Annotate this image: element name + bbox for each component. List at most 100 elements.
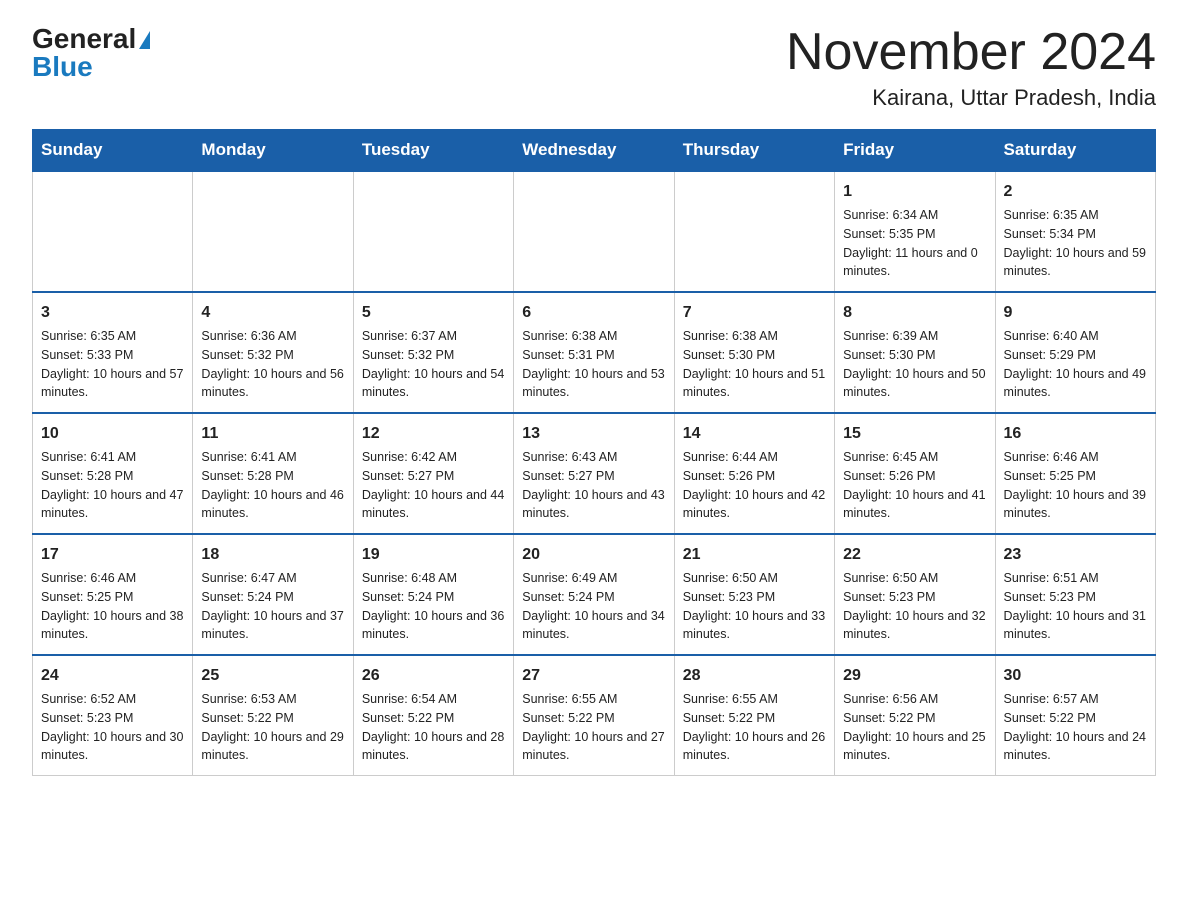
day-number: 13 <box>522 422 665 446</box>
col-thursday: Thursday <box>674 130 834 172</box>
day-number: 2 <box>1004 180 1147 204</box>
day-number: 16 <box>1004 422 1147 446</box>
calendar-cell: 14Sunrise: 6:44 AMSunset: 5:26 PMDayligh… <box>674 413 834 534</box>
calendar-cell: 21Sunrise: 6:50 AMSunset: 5:23 PMDayligh… <box>674 534 834 655</box>
week-row-4: 17Sunrise: 6:46 AMSunset: 5:25 PMDayligh… <box>33 534 1156 655</box>
calendar-cell <box>674 171 834 292</box>
day-number: 10 <box>41 422 184 446</box>
day-info: Sunrise: 6:43 AMSunset: 5:27 PMDaylight:… <box>522 448 665 523</box>
calendar-cell: 8Sunrise: 6:39 AMSunset: 5:30 PMDaylight… <box>835 292 995 413</box>
col-sunday: Sunday <box>33 130 193 172</box>
calendar-cell: 10Sunrise: 6:41 AMSunset: 5:28 PMDayligh… <box>33 413 193 534</box>
day-info: Sunrise: 6:47 AMSunset: 5:24 PMDaylight:… <box>201 569 344 644</box>
day-number: 7 <box>683 301 826 325</box>
header-row: Sunday Monday Tuesday Wednesday Thursday… <box>33 130 1156 172</box>
calendar-cell: 9Sunrise: 6:40 AMSunset: 5:29 PMDaylight… <box>995 292 1155 413</box>
calendar-cell: 7Sunrise: 6:38 AMSunset: 5:30 PMDaylight… <box>674 292 834 413</box>
calendar-cell: 22Sunrise: 6:50 AMSunset: 5:23 PMDayligh… <box>835 534 995 655</box>
calendar-cell: 28Sunrise: 6:55 AMSunset: 5:22 PMDayligh… <box>674 655 834 776</box>
day-number: 14 <box>683 422 826 446</box>
day-info: Sunrise: 6:37 AMSunset: 5:32 PMDaylight:… <box>362 327 505 402</box>
day-info: Sunrise: 6:55 AMSunset: 5:22 PMDaylight:… <box>683 690 826 765</box>
calendar-cell: 12Sunrise: 6:42 AMSunset: 5:27 PMDayligh… <box>353 413 513 534</box>
day-number: 28 <box>683 664 826 688</box>
day-number: 24 <box>41 664 184 688</box>
calendar-cell: 3Sunrise: 6:35 AMSunset: 5:33 PMDaylight… <box>33 292 193 413</box>
day-info: Sunrise: 6:36 AMSunset: 5:32 PMDaylight:… <box>201 327 344 402</box>
day-info: Sunrise: 6:50 AMSunset: 5:23 PMDaylight:… <box>843 569 986 644</box>
calendar-cell: 11Sunrise: 6:41 AMSunset: 5:28 PMDayligh… <box>193 413 353 534</box>
calendar-cell: 13Sunrise: 6:43 AMSunset: 5:27 PMDayligh… <box>514 413 674 534</box>
day-number: 19 <box>362 543 505 567</box>
day-number: 4 <box>201 301 344 325</box>
day-info: Sunrise: 6:42 AMSunset: 5:27 PMDaylight:… <box>362 448 505 523</box>
day-info: Sunrise: 6:41 AMSunset: 5:28 PMDaylight:… <box>201 448 344 523</box>
location-title: Kairana, Uttar Pradesh, India <box>786 85 1156 111</box>
week-row-3: 10Sunrise: 6:41 AMSunset: 5:28 PMDayligh… <box>33 413 1156 534</box>
calendar-cell <box>514 171 674 292</box>
calendar-cell: 6Sunrise: 6:38 AMSunset: 5:31 PMDaylight… <box>514 292 674 413</box>
week-row-1: 1Sunrise: 6:34 AMSunset: 5:35 PMDaylight… <box>33 171 1156 292</box>
day-info: Sunrise: 6:55 AMSunset: 5:22 PMDaylight:… <box>522 690 665 765</box>
day-number: 29 <box>843 664 986 688</box>
calendar-cell: 23Sunrise: 6:51 AMSunset: 5:23 PMDayligh… <box>995 534 1155 655</box>
calendar-cell: 19Sunrise: 6:48 AMSunset: 5:24 PMDayligh… <box>353 534 513 655</box>
day-number: 21 <box>683 543 826 567</box>
day-number: 17 <box>41 543 184 567</box>
day-info: Sunrise: 6:50 AMSunset: 5:23 PMDaylight:… <box>683 569 826 644</box>
month-title: November 2024 <box>786 24 1156 81</box>
calendar-cell: 20Sunrise: 6:49 AMSunset: 5:24 PMDayligh… <box>514 534 674 655</box>
day-number: 23 <box>1004 543 1147 567</box>
day-info: Sunrise: 6:34 AMSunset: 5:35 PMDaylight:… <box>843 206 986 281</box>
day-number: 20 <box>522 543 665 567</box>
calendar-cell: 30Sunrise: 6:57 AMSunset: 5:22 PMDayligh… <box>995 655 1155 776</box>
day-number: 1 <box>843 180 986 204</box>
col-monday: Monday <box>193 130 353 172</box>
calendar-cell <box>33 171 193 292</box>
calendar-cell: 27Sunrise: 6:55 AMSunset: 5:22 PMDayligh… <box>514 655 674 776</box>
day-number: 3 <box>41 301 184 325</box>
day-number: 22 <box>843 543 986 567</box>
calendar-cell: 2Sunrise: 6:35 AMSunset: 5:34 PMDaylight… <box>995 171 1155 292</box>
day-info: Sunrise: 6:54 AMSunset: 5:22 PMDaylight:… <box>362 690 505 765</box>
day-info: Sunrise: 6:38 AMSunset: 5:30 PMDaylight:… <box>683 327 826 402</box>
day-number: 27 <box>522 664 665 688</box>
day-info: Sunrise: 6:39 AMSunset: 5:30 PMDaylight:… <box>843 327 986 402</box>
calendar-table: Sunday Monday Tuesday Wednesday Thursday… <box>32 129 1156 776</box>
calendar-cell: 17Sunrise: 6:46 AMSunset: 5:25 PMDayligh… <box>33 534 193 655</box>
day-number: 11 <box>201 422 344 446</box>
day-number: 5 <box>362 301 505 325</box>
calendar-cell: 4Sunrise: 6:36 AMSunset: 5:32 PMDaylight… <box>193 292 353 413</box>
calendar-cell: 15Sunrise: 6:45 AMSunset: 5:26 PMDayligh… <box>835 413 995 534</box>
calendar-cell <box>353 171 513 292</box>
col-saturday: Saturday <box>995 130 1155 172</box>
logo: General Blue <box>32 24 150 83</box>
day-info: Sunrise: 6:35 AMSunset: 5:33 PMDaylight:… <box>41 327 184 402</box>
day-info: Sunrise: 6:56 AMSunset: 5:22 PMDaylight:… <box>843 690 986 765</box>
day-info: Sunrise: 6:35 AMSunset: 5:34 PMDaylight:… <box>1004 206 1147 281</box>
day-info: Sunrise: 6:44 AMSunset: 5:26 PMDaylight:… <box>683 448 826 523</box>
day-info: Sunrise: 6:53 AMSunset: 5:22 PMDaylight:… <box>201 690 344 765</box>
day-info: Sunrise: 6:38 AMSunset: 5:31 PMDaylight:… <box>522 327 665 402</box>
calendar-cell: 5Sunrise: 6:37 AMSunset: 5:32 PMDaylight… <box>353 292 513 413</box>
day-number: 15 <box>843 422 986 446</box>
calendar-cell: 24Sunrise: 6:52 AMSunset: 5:23 PMDayligh… <box>33 655 193 776</box>
day-info: Sunrise: 6:57 AMSunset: 5:22 PMDaylight:… <box>1004 690 1147 765</box>
day-number: 9 <box>1004 301 1147 325</box>
logo-blue: Blue <box>32 51 93 83</box>
calendar-cell: 29Sunrise: 6:56 AMSunset: 5:22 PMDayligh… <box>835 655 995 776</box>
page-header: General Blue November 2024 Kairana, Utta… <box>32 24 1156 111</box>
calendar-cell: 1Sunrise: 6:34 AMSunset: 5:35 PMDaylight… <box>835 171 995 292</box>
day-info: Sunrise: 6:51 AMSunset: 5:23 PMDaylight:… <box>1004 569 1147 644</box>
calendar-cell <box>193 171 353 292</box>
day-number: 25 <box>201 664 344 688</box>
calendar-cell: 16Sunrise: 6:46 AMSunset: 5:25 PMDayligh… <box>995 413 1155 534</box>
day-number: 8 <box>843 301 986 325</box>
calendar-cell: 26Sunrise: 6:54 AMSunset: 5:22 PMDayligh… <box>353 655 513 776</box>
calendar-cell: 18Sunrise: 6:47 AMSunset: 5:24 PMDayligh… <box>193 534 353 655</box>
day-number: 30 <box>1004 664 1147 688</box>
week-row-2: 3Sunrise: 6:35 AMSunset: 5:33 PMDaylight… <box>33 292 1156 413</box>
day-info: Sunrise: 6:41 AMSunset: 5:28 PMDaylight:… <box>41 448 184 523</box>
day-info: Sunrise: 6:46 AMSunset: 5:25 PMDaylight:… <box>1004 448 1147 523</box>
day-info: Sunrise: 6:45 AMSunset: 5:26 PMDaylight:… <box>843 448 986 523</box>
